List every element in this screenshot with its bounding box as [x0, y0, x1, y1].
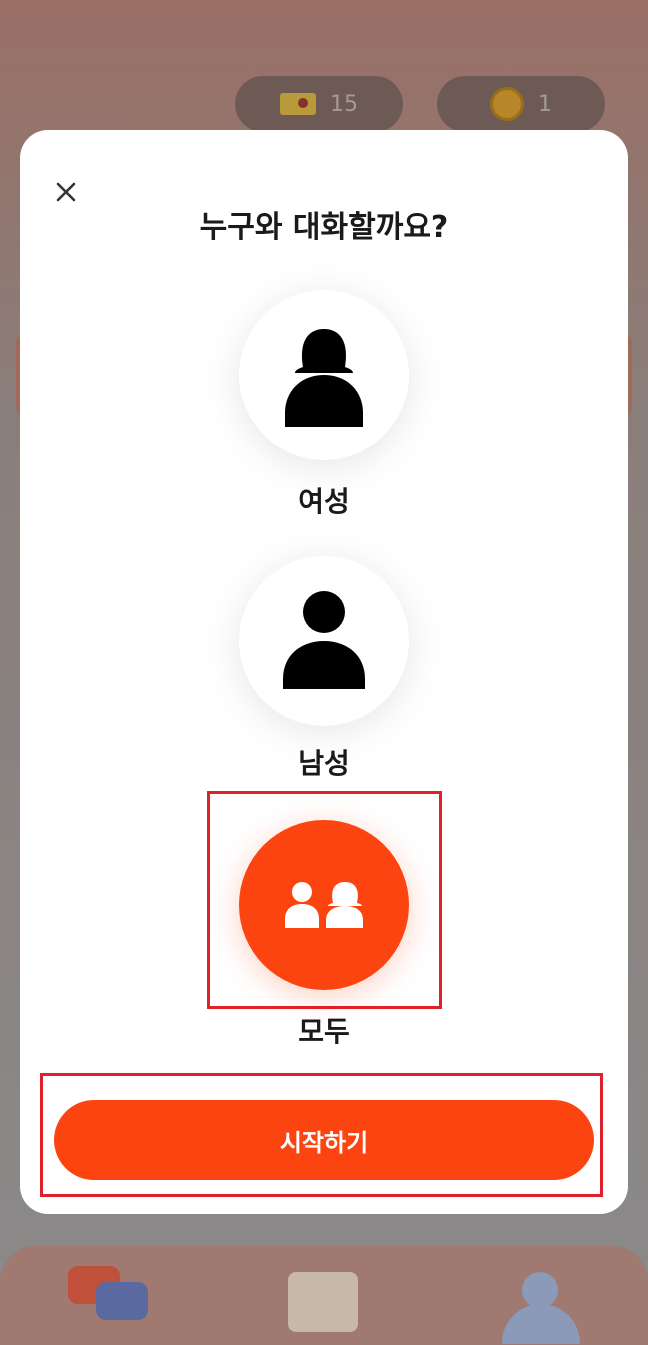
tickets-count: 15	[330, 91, 358, 117]
option-all[interactable]: 모두	[239, 820, 409, 1048]
bottom-navigation	[0, 1246, 648, 1345]
calendar-icon[interactable]	[288, 1264, 368, 1332]
gender-select-modal: 누구와 대화할까요? 여성 남성 모두 시작하기	[20, 130, 628, 1214]
modal-title: 누구와 대화할까요?	[199, 210, 449, 245]
option-male-circle[interactable]	[239, 556, 409, 726]
coins-count: 1	[538, 91, 552, 117]
option-male[interactable]: 남성	[239, 556, 409, 780]
option-male-label: 남성	[298, 747, 350, 780]
female-icon	[285, 329, 363, 427]
option-all-circle[interactable]	[239, 820, 409, 990]
option-female[interactable]: 여성	[239, 290, 409, 518]
option-female-circle[interactable]	[239, 290, 409, 460]
close-icon	[56, 182, 76, 202]
start-button[interactable]: 시작하기	[54, 1100, 594, 1180]
ticket-icon	[280, 93, 316, 115]
profile-icon[interactable]	[500, 1264, 580, 1344]
tickets-counter[interactable]: 15	[235, 76, 403, 132]
coins-counter[interactable]: 1	[437, 76, 605, 132]
option-all-label: 모두	[298, 1015, 350, 1048]
chat-bubbles-icon[interactable]	[68, 1264, 148, 1330]
coin-icon	[490, 87, 524, 121]
male-icon	[283, 591, 365, 689]
option-female-label: 여성	[298, 485, 350, 518]
both-genders-icon	[285, 882, 363, 928]
